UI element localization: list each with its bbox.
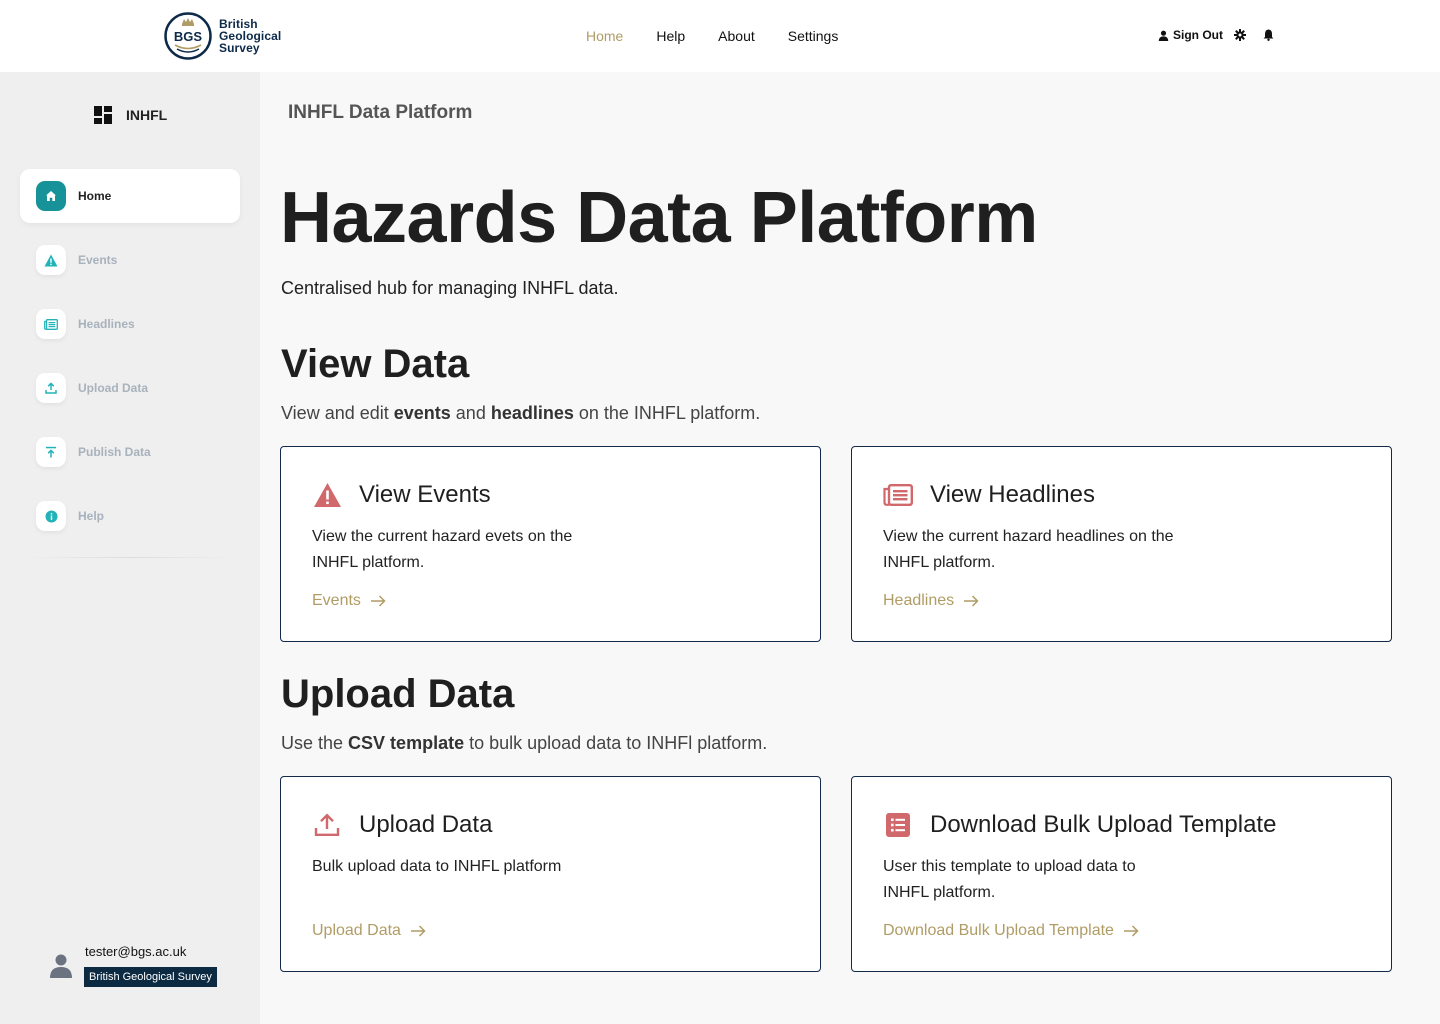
newspaper-icon [36, 309, 66, 339]
sidebar-item-headlines[interactable]: Headlines [20, 297, 240, 351]
primary-nav: Home Help About Settings [586, 27, 871, 45]
view-headlines-card: View Headlines View the current hazard h… [851, 446, 1392, 642]
sidebar-item-events[interactable]: Events [20, 233, 240, 287]
home-icon [36, 181, 66, 211]
nav-link-about[interactable]: About [718, 27, 755, 45]
warning-icon [312, 480, 342, 510]
upload-data-heading: Upload Data [281, 672, 515, 716]
download-template-card: Download Bulk Upload Template User this … [851, 776, 1392, 972]
upload-icon [36, 373, 66, 403]
user-email: tester@bgs.ac.uk [85, 944, 187, 959]
card-description: View the current hazard evets on the INH… [312, 528, 573, 571]
warning-icon [36, 245, 66, 275]
gear-icon[interactable] [1234, 29, 1246, 41]
headlines-link[interactable]: Headlines [883, 592, 979, 610]
arrow-right-icon [964, 595, 979, 607]
upload-data-description: Use the CSV template to bulk upload data… [281, 733, 768, 753]
sidebar: INHFL Home Events Headlines Upload Data … [0, 72, 260, 1024]
nav-link-help[interactable]: Help [656, 27, 685, 45]
card-title: Download Bulk Upload Template [930, 811, 1277, 838]
sidebar-item-upload-data[interactable]: Upload Data [20, 361, 240, 415]
arrow-right-icon [1123, 925, 1139, 937]
sidebar-brand[interactable]: INHFL [94, 106, 167, 124]
top-navbar: BGS British Geological Survey Home Help … [0, 0, 1440, 72]
dashboard-icon [94, 106, 112, 124]
sidebar-item-label: Headlines [78, 317, 135, 331]
bell-icon[interactable] [1263, 29, 1274, 41]
card-description: Bulk upload data to INHFL platform [312, 858, 562, 875]
card-link-label: Headlines [883, 592, 955, 609]
sidebar-item-label: Events [78, 253, 118, 267]
sidebar-item-publish-data[interactable]: Publish Data [20, 425, 240, 479]
bgs-logo-emblem: BGS [164, 12, 212, 60]
card-title: View Events [359, 481, 491, 508]
events-link[interactable]: Events [312, 592, 386, 610]
upload-icon [312, 810, 342, 840]
sidebar-item-label: Publish Data [78, 445, 151, 459]
bgs-logo[interactable]: BGS British Geological Survey [164, 12, 281, 60]
sign-out-label: Sign Out [1173, 28, 1223, 42]
view-data-description: View and edit events and headlines on th… [281, 403, 761, 423]
sidebar-item-home[interactable]: Home [20, 169, 240, 223]
sidebar-item-label: Upload Data [78, 381, 149, 395]
page-title: Hazards Data Platform [280, 178, 1038, 258]
arrow-right-icon [370, 595, 386, 607]
arrow-right-icon [410, 925, 426, 937]
card-title: Upload Data [359, 811, 493, 838]
sign-out-button[interactable]: Sign Out [1158, 28, 1223, 42]
page-subtitle: Centralised hub for managing INHFL data. [281, 278, 619, 298]
upload-data-link[interactable]: Upload Data [312, 922, 426, 940]
header-actions: Sign Out [1158, 28, 1274, 42]
card-description: User this template to upload data to INH… [883, 858, 1136, 901]
card-link-label: Events [312, 592, 361, 609]
user-profile[interactable]: tester@bgs.ac.uk British Geological Surv… [50, 944, 217, 987]
platform-label: INHFL Data Platform [288, 102, 473, 123]
download-template-link[interactable]: Download Bulk Upload Template [883, 922, 1139, 940]
card-link-label: Upload Data [312, 922, 401, 939]
sidebar-item-label: Help [78, 509, 105, 523]
card-description: View the current hazard headlines on the… [883, 528, 1174, 571]
list-icon [883, 810, 913, 840]
info-icon [36, 501, 66, 531]
svg-text:BGS: BGS [174, 29, 203, 44]
publish-icon [36, 437, 66, 467]
avatar-icon [50, 954, 72, 978]
sidebar-brand-label: INHFL [126, 107, 168, 123]
view-data-heading: View Data [281, 342, 470, 386]
card-link-label: Download Bulk Upload Template [883, 922, 1114, 939]
user-icon [1158, 30, 1169, 41]
card-title: View Headlines [930, 481, 1095, 508]
sidebar-divider [24, 557, 236, 558]
organisation-badge: British Geological Survey [84, 967, 217, 987]
upload-data-card: Upload Data Bulk upload data to INHFL pl… [280, 776, 821, 972]
nav-link-home[interactable]: Home [586, 27, 623, 45]
view-events-card: View Events View the current hazard evet… [280, 446, 821, 642]
logo-wordmark: British Geological Survey [219, 17, 282, 55]
nav-link-settings[interactable]: Settings [788, 27, 839, 45]
sidebar-item-help[interactable]: Help [20, 489, 240, 543]
sidebar-item-label: Home [78, 189, 112, 203]
newspaper-icon [883, 480, 913, 510]
